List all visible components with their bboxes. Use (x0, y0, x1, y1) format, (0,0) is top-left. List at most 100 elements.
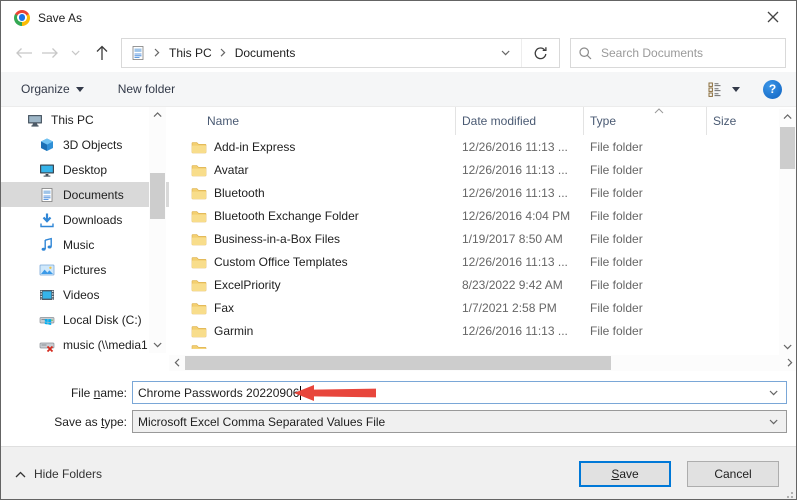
sidebar-item-desktop[interactable]: Desktop (1, 157, 169, 182)
disk-drive-icon (39, 312, 55, 328)
breadcrumb-documents[interactable]: Documents (229, 46, 302, 60)
search-placeholder: Search Documents (601, 46, 703, 60)
sidebar-scrollbar[interactable] (149, 107, 166, 353)
sidebar-item-documents[interactable]: Documents (1, 182, 169, 207)
scroll-left-icon[interactable] (169, 355, 185, 371)
file-row[interactable]: ExcelPriority 8/23/2022 9:42 AM File fol… (187, 273, 779, 296)
change-view-button[interactable] (708, 82, 747, 97)
scroll-up-icon[interactable] (149, 107, 166, 123)
sidebar-item-label: music (\\media1 (63, 338, 148, 352)
cube-icon (39, 137, 55, 153)
hide-folders-button[interactable]: Hide Folders (15, 467, 102, 481)
file-row[interactable]: Bluetooth 12/26/2016 11:13 ... File fold… (187, 181, 779, 204)
file-row[interactable]: Bluetooth Exchange Folder 12/26/2016 4:0… (187, 204, 779, 227)
refresh-icon (533, 46, 548, 61)
scroll-down-icon[interactable] (149, 337, 166, 353)
folder-icon (191, 208, 207, 224)
recent-locations-button[interactable] (63, 40, 89, 66)
folder-icon (191, 254, 207, 270)
column-header-size[interactable]: Size (706, 107, 778, 135)
sidebar-item-label: Downloads (63, 213, 122, 227)
scroll-up-icon[interactable] (779, 109, 796, 125)
save-as-type-select[interactable]: Microsoft Excel Comma Separated Values F… (132, 410, 787, 433)
sidebar-item-pictures[interactable]: Pictures (1, 257, 169, 282)
sidebar-item-this-pc[interactable]: This PC (1, 107, 169, 132)
sidebar-scrollbar-thumb[interactable] (150, 173, 165, 219)
address-dropdown-button[interactable] (491, 39, 521, 67)
view-caret-icon (732, 87, 740, 92)
picture-icon (39, 262, 55, 278)
forward-arrow-icon (41, 47, 59, 59)
horizontal-scrollbar-thumb[interactable] (185, 356, 611, 370)
close-button[interactable] (750, 1, 796, 33)
document-icon (39, 187, 55, 203)
save-as-type-value: Microsoft Excel Comma Separated Values F… (138, 415, 385, 429)
network-drive-error-icon (39, 337, 55, 353)
sidebar-item-3d-objects[interactable]: 3D Objects (1, 132, 169, 157)
hide-folders-label: Hide Folders (34, 467, 102, 481)
file-row-partial[interactable] (187, 342, 779, 349)
download-arrow-icon (39, 212, 55, 228)
navigation-pane: This PC 3D Objects Desktop Documents Dow… (1, 107, 169, 353)
file-name-input[interactable]: Chrome Passwords 20220906 (132, 381, 787, 404)
folder-icon (191, 139, 207, 155)
resize-grip-icon[interactable] (784, 489, 794, 499)
sidebar-item-music-network-drive[interactable]: music (\\media1 (1, 332, 169, 353)
computer-icon (27, 112, 43, 128)
cancel-button[interactable]: Cancel (687, 461, 779, 487)
help-icon: ? (769, 82, 776, 96)
bottom-bar: Hide Folders Save Cancel (1, 446, 796, 500)
command-toolbar: Organize New folder ? (1, 72, 796, 107)
list-vertical-scrollbar[interactable] (779, 109, 796, 355)
column-headers: Name Date modified Type Size (187, 107, 779, 135)
back-button[interactable] (11, 40, 37, 66)
search-icon (579, 47, 592, 60)
breadcrumb-chevron-icon (218, 48, 229, 58)
sort-ascending-icon (654, 108, 664, 114)
sidebar-item-downloads[interactable]: Downloads (1, 207, 169, 232)
folder-icon (191, 185, 207, 201)
address-bar[interactable]: This PC Documents (121, 38, 560, 68)
save-button[interactable]: Save (579, 461, 671, 487)
refresh-button[interactable] (521, 39, 559, 67)
list-horizontal-scrollbar[interactable] (169, 355, 797, 371)
new-folder-button[interactable]: New folder (118, 82, 175, 96)
sidebar-item-local-disk-c[interactable]: Local Disk (C:) (1, 307, 169, 332)
scroll-right-icon[interactable] (782, 355, 797, 371)
breadcrumb-this-pc[interactable]: This PC (163, 46, 218, 60)
breadcrumb-chevron-icon (152, 48, 163, 58)
scroll-down-icon[interactable] (779, 339, 796, 355)
file-row[interactable]: Add-in Express 12/26/2016 11:13 ... File… (187, 135, 779, 158)
help-button[interactable]: ? (763, 80, 782, 99)
main-area: This PC 3D Objects Desktop Documents Dow… (1, 107, 796, 355)
file-name-value: Chrome Passwords 20220906 (138, 386, 299, 400)
navigation-bar: This PC Documents Search Documents (1, 34, 796, 72)
file-row[interactable]: Custom Office Templates 12/26/2016 11:13… (187, 250, 779, 273)
column-header-name[interactable]: Name (187, 107, 455, 135)
sidebar-item-label: Documents (63, 188, 124, 202)
file-row[interactable]: Business-in-a-Box Files 1/19/2017 8:50 A… (187, 227, 779, 250)
sidebar-item-music[interactable]: Music (1, 232, 169, 257)
music-note-icon (39, 237, 55, 253)
sidebar-item-label: Music (63, 238, 94, 252)
search-input[interactable]: Search Documents (570, 38, 786, 68)
file-row[interactable]: Fax 1/7/2021 2:58 PM File folder (187, 296, 779, 319)
save-as-type-row: Save as type: Microsoft Excel Comma Sepa… (1, 410, 796, 433)
column-header-date-modified[interactable]: Date modified (455, 107, 583, 135)
column-header-type[interactable]: Type (583, 107, 706, 135)
folder-icon (191, 342, 207, 349)
chrome-logo-icon (14, 10, 30, 26)
sidebar-item-label: Videos (63, 288, 99, 302)
forward-button[interactable] (37, 40, 63, 66)
file-row[interactable]: Garmin 12/26/2016 11:13 ... File folder (187, 319, 779, 342)
folder-icon (191, 277, 207, 293)
dialog-buttons: Save Cancel (579, 461, 779, 487)
folder-icon (191, 300, 207, 316)
list-scrollbar-thumb[interactable] (780, 127, 795, 169)
chevron-up-icon (15, 471, 26, 478)
sidebar-item-videos[interactable]: Videos (1, 282, 169, 307)
file-row[interactable]: Avatar 12/26/2016 11:13 ... File folder (187, 158, 779, 181)
file-list: Name Date modified Type Size Add-in Expr… (187, 107, 779, 353)
up-one-level-button[interactable] (89, 40, 115, 66)
organize-button[interactable]: Organize (21, 82, 84, 96)
